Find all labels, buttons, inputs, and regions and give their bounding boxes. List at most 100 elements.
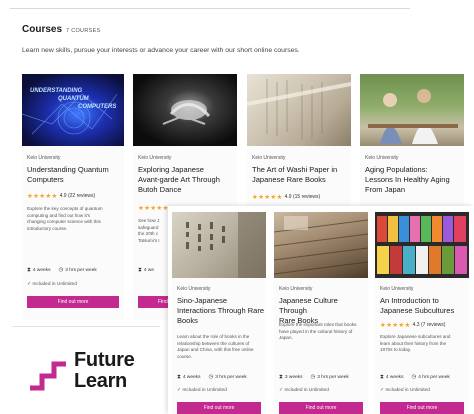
- provider-label: Keio University: [252, 155, 286, 161]
- quantum-graphic: UNDERSTANDING QUANTUM COMPUTERS: [22, 88, 118, 135]
- course-image-quantum: UNDERSTANDING QUANTUM COMPUTERS: [22, 74, 124, 146]
- course-title[interactable]: Japanese Culture Through Rare Books: [279, 296, 367, 325]
- effort: ◷ 3 hrs per week: [208, 374, 246, 381]
- course-meta: ⧗ 4 weeks ◷ 3 hrs per week: [177, 374, 247, 381]
- course-count: 7 COURSES: [66, 28, 101, 34]
- course-description: Explore the important roles that books h…: [279, 322, 367, 342]
- find-out-more-button[interactable]: Find out more: [279, 402, 363, 414]
- brand-name-line1: Future: [74, 349, 135, 371]
- course-meta: ⧗ 4 weeks ◷ 4 hrs per week: [380, 374, 450, 381]
- provider-label: Keio University: [177, 286, 211, 292]
- rating: ★★★★★: [138, 204, 169, 212]
- quantum-text-2: QUANTUM: [58, 96, 90, 102]
- duration: ⧗ 4 weeks: [27, 267, 50, 274]
- provider-label: Keio University: [27, 155, 61, 161]
- course-card-subcultures[interactable]: Keio University An Introduction to Japan…: [375, 212, 469, 414]
- effort: ◷ 3 hrs per week: [310, 374, 348, 381]
- provider-label: Keio University: [380, 286, 414, 292]
- hourglass-icon: ⧗: [138, 267, 142, 273]
- chinese-book-graphic: [186, 212, 266, 278]
- course-card-aging[interactable]: Keio University Aging Populations: Lesso…: [360, 74, 464, 214]
- desc-line: course.: [177, 353, 193, 359]
- effort: ◷ 4 hrs per week: [411, 374, 449, 381]
- course-card-sino-japanese[interactable]: Keio University Sino-Japanese Interactio…: [172, 212, 266, 414]
- course-title[interactable]: Aging Populations: Lessons In Healthy Ag…: [365, 165, 463, 194]
- included-text: Included in Unlimited: [182, 388, 227, 393]
- star-rating-icon: ★★★★★: [380, 322, 411, 329]
- course-image-subcultures: [375, 212, 469, 278]
- course-card-washi[interactable]: Keio University The Art of Washi Paper i…: [247, 74, 351, 214]
- course-title-line: Computers: [27, 174, 64, 184]
- clock-icon: ◷: [411, 374, 417, 380]
- course-title-line: Sino-Japanese: [177, 296, 228, 305]
- course-image-japanese-culture: [274, 212, 368, 278]
- included-label: ✓ Included in Unlimited: [279, 388, 329, 393]
- star-rating-icon: ★★★★★: [252, 194, 283, 201]
- course-card-quantum[interactable]: UNDERSTANDING QUANTUM COMPUTERS Keio Uni…: [22, 74, 124, 320]
- rating: ★★★★★ 4.3 (7 reviews): [380, 321, 445, 329]
- top-divider: [10, 8, 410, 9]
- effort-text: 3 hrs per week: [65, 268, 97, 273]
- desc-line: Explore Japanese subcultures and: [380, 334, 451, 339]
- elderly-people-graphic: [368, 89, 458, 144]
- provider-label: Keio University: [138, 155, 172, 161]
- butoh-dancer-graphic: [162, 100, 211, 125]
- desc-line: Japan and China, with this free online: [177, 347, 254, 353]
- duration: ⧗ 4 weeks: [380, 374, 403, 381]
- star-rating-icon: ★★★★★: [27, 193, 58, 200]
- duration-text: 4 weeks: [385, 375, 404, 380]
- effort-text: 3 hrs per week: [317, 375, 349, 380]
- course-image-washi: [247, 74, 351, 146]
- desc-line: learn about their history from the: [380, 340, 447, 346]
- course-title[interactable]: Understanding Quantum Computers: [27, 165, 123, 185]
- futurelearn-logo-icon: [28, 352, 68, 397]
- clock-icon: ◷: [310, 374, 316, 380]
- page-title: Courses: [22, 24, 63, 35]
- course-title-line: Aging Populations:: [365, 165, 428, 174]
- course-title[interactable]: Sino-Japanese Interactions Through Rare …: [177, 296, 265, 325]
- duration-text: 4 we: [143, 268, 155, 273]
- course-title[interactable]: Exploring Japanese Avant-garde Art Throu…: [138, 165, 236, 194]
- effort: ◷ 3 hrs per week: [58, 267, 96, 274]
- desc-line: have played in the cultural history of: [279, 328, 353, 334]
- star-rating-icon: ★★★★★: [138, 205, 169, 212]
- course-title-line: Lessons In Healthy Aging: [365, 174, 450, 184]
- duration-text: 3 weeks: [284, 375, 303, 380]
- course-description: Explore Japanese subcultures and learn a…: [380, 334, 468, 354]
- duration: ⧗ 4 weeks: [177, 374, 200, 381]
- find-out-more-button[interactable]: Find out more: [380, 402, 464, 414]
- provider-label: Keio University: [365, 155, 399, 161]
- magazines-graphic: [377, 216, 467, 274]
- included-text: Included in Unlimited: [385, 388, 430, 393]
- desc-line: 1970s to today.: [380, 347, 412, 353]
- rating: ★★★★★ 4.9 (22 reviews): [27, 192, 95, 200]
- clock-icon: ◷: [58, 267, 64, 273]
- hourglass-icon: ⧗: [177, 374, 181, 380]
- course-image-butoh: [133, 74, 237, 146]
- course-title-line: Books: [177, 315, 198, 325]
- effort-text: 4 hrs per week: [418, 375, 450, 380]
- course-title-line: The Art of Washi Paper in: [252, 165, 338, 174]
- desc-line: introductory course.: [27, 225, 68, 231]
- hourglass-icon: ⧗: [27, 267, 31, 273]
- course-title-line: Interactions Through Rare: [177, 305, 264, 315]
- course-title-line: Avant-garde Art Through: [138, 174, 220, 184]
- duration: ⧗ 3 weeks: [279, 374, 302, 381]
- included-text: Included in Unlimited: [284, 388, 329, 393]
- course-title[interactable]: An Introduction to Japanese Subcultures: [380, 296, 468, 316]
- course-card-japanese-culture[interactable]: Keio University Japanese Culture Through…: [274, 212, 368, 414]
- duration: ⧗ 4 we: [138, 267, 154, 274]
- find-out-more-button[interactable]: Find out more: [27, 296, 119, 308]
- course-meta: ⧗ 4 we: [138, 267, 154, 274]
- course-title-line: Understanding Quantum: [27, 165, 109, 174]
- duration-text: 4 weeks: [32, 268, 51, 273]
- hourglass-icon: ⧗: [279, 374, 283, 380]
- course-title-line: Exploring Japanese: [138, 165, 204, 174]
- included-label: ✓ Included in Unlimited: [177, 388, 227, 393]
- course-meta: ⧗ 3 weeks ◷ 3 hrs per week: [279, 374, 349, 381]
- find-out-more-button[interactable]: Find out more: [177, 402, 261, 414]
- rating-text: 4.9 (15 reviews): [284, 194, 321, 200]
- desc-line: Explore the important roles that books: [279, 322, 357, 327]
- course-title-line: Japanese Subcultures: [380, 305, 455, 315]
- course-title[interactable]: The Art of Washi Paper in Japanese Rare …: [252, 165, 350, 185]
